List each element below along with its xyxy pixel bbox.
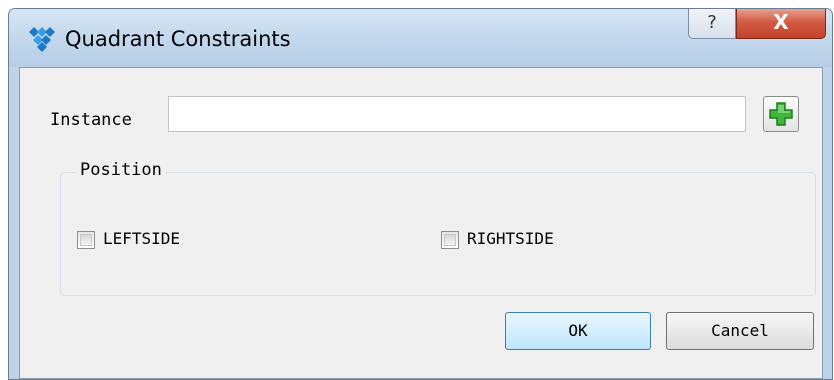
cancel-button[interactable]: Cancel [666, 312, 814, 350]
title-bar[interactable]: Quadrant Constraints ? X [9, 9, 832, 67]
instance-label: Instance [50, 110, 132, 130]
app-logo-icon [29, 27, 55, 52]
instance-input[interactable] [168, 96, 746, 132]
leftside-checkbox[interactable] [77, 231, 95, 249]
rightside-label[interactable]: RIGHTSIDE [467, 229, 554, 248]
window-title: Quadrant Constraints [65, 27, 291, 51]
position-group-title: Position [76, 160, 166, 180]
help-button[interactable]: ? [688, 9, 736, 39]
close-button[interactable]: X [736, 9, 826, 39]
dialog-body: Instance Position LEFTSIDE RIGHTSIDE OK … [19, 67, 823, 379]
add-instance-button[interactable] [763, 96, 799, 132]
ok-button[interactable]: OK [505, 312, 651, 350]
rightside-checkbox[interactable] [441, 231, 459, 249]
leftside-label[interactable]: LEFTSIDE [103, 229, 180, 248]
dialog-window: Quadrant Constraints ? X Instance Positi… [8, 8, 833, 380]
add-icon [769, 102, 793, 126]
